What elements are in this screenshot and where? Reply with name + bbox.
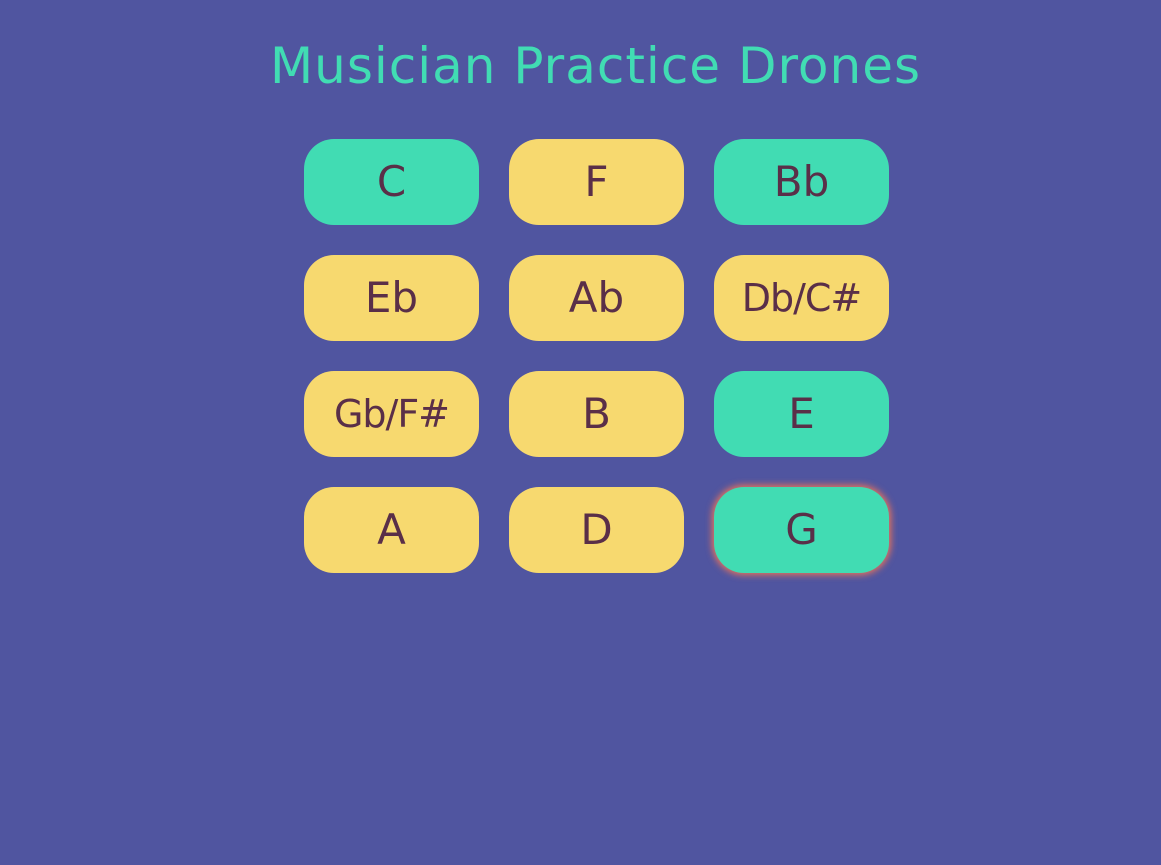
drone-button-d[interactable]: D [509,487,684,573]
drone-button-c[interactable]: C [304,139,479,225]
drone-button-f[interactable]: F [509,139,684,225]
drone-grid: C F Bb Eb Ab Db/C# Gb/F# B E A D G [304,139,889,573]
drone-button-gb-fsharp[interactable]: Gb/F# [304,371,479,457]
page-title: Musician Practice Drones [269,37,922,95]
drone-button-eb[interactable]: Eb [304,255,479,341]
drone-button-ab[interactable]: Ab [509,255,684,341]
drone-button-g[interactable]: G [714,487,889,573]
drone-button-e[interactable]: E [714,371,889,457]
drone-button-bb[interactable]: Bb [714,139,889,225]
drone-button-a[interactable]: A [304,487,479,573]
drone-button-db-csharp[interactable]: Db/C# [714,255,889,341]
drone-button-b[interactable]: B [509,371,684,457]
